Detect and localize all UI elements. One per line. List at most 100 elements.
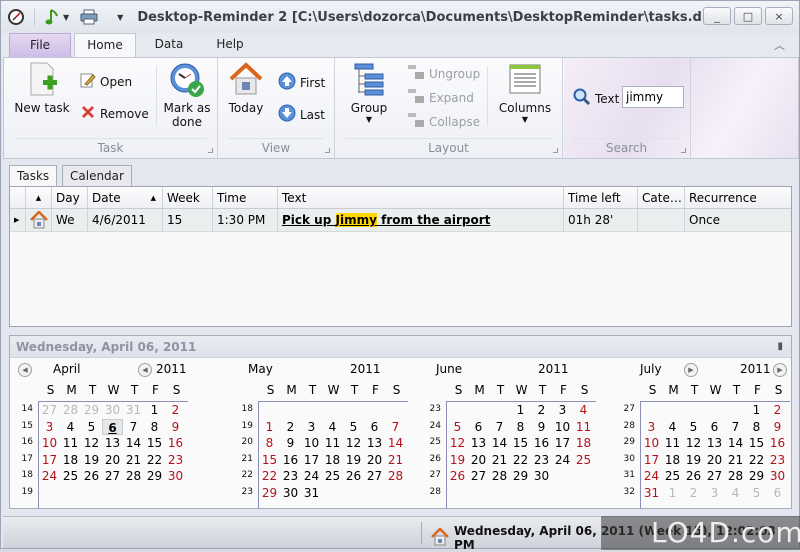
calendar-day[interactable]: 12: [447, 435, 468, 452]
calendar-day[interactable]: 23: [165, 452, 186, 469]
calendar-day[interactable]: 25: [662, 468, 683, 485]
calendar-day[interactable]: 6: [468, 419, 489, 436]
app-clock-icon[interactable]: [6, 7, 26, 27]
maximize-button[interactable]: □: [734, 7, 762, 25]
calendar-day[interactable]: 15: [510, 435, 531, 452]
calendar-day[interactable]: 3: [641, 419, 662, 436]
calendar-day[interactable]: 29: [746, 468, 767, 485]
collapse-ribbon-icon[interactable]: ︿: [774, 37, 785, 53]
calendar-day[interactable]: 6: [102, 418, 123, 435]
calendar-day[interactable]: 16: [280, 452, 301, 469]
calendar-day[interactable]: 22: [144, 452, 165, 469]
calendar-day[interactable]: 29: [259, 485, 280, 502]
calendar-day[interactable]: 17: [301, 452, 322, 469]
calendar-day[interactable]: 13: [704, 435, 725, 452]
calendar-day[interactable]: 4: [725, 485, 746, 502]
tab-home[interactable]: Home: [74, 33, 136, 58]
tab-calendar[interactable]: Calendar: [62, 165, 132, 186]
calendar-day[interactable]: 27: [39, 402, 60, 419]
calendar-day[interactable]: 15: [746, 435, 767, 452]
col-date[interactable]: Date ▲: [88, 187, 163, 208]
calendar-day[interactable]: 9: [165, 419, 186, 436]
tab-data[interactable]: Data: [141, 33, 197, 57]
calendar-day[interactable]: 26: [343, 468, 364, 485]
calendar-day[interactable]: 10: [552, 419, 573, 436]
calendar-day[interactable]: 17: [641, 452, 662, 469]
calendar-day[interactable]: 30: [767, 468, 788, 485]
calendar-day[interactable]: 5: [746, 485, 767, 502]
calendar-day[interactable]: 25: [573, 452, 594, 469]
col-category[interactable]: Cate…: [638, 187, 685, 208]
calendar-day[interactable]: 6: [364, 419, 385, 436]
calendar-day[interactable]: 24: [552, 452, 573, 469]
qat-customize-icon[interactable]: ▼: [117, 13, 123, 22]
calendar-day[interactable]: 25: [322, 468, 343, 485]
calendar-day[interactable]: 17: [552, 435, 573, 452]
calendar-day[interactable]: 10: [301, 435, 322, 452]
search-dialog-launcher[interactable]: [681, 148, 686, 153]
calendar-day[interactable]: 7: [123, 419, 144, 436]
col-icon-sort[interactable]: ▲: [26, 187, 52, 208]
calendar-day[interactable]: 24: [641, 468, 662, 485]
calendar-day[interactable]: 30: [280, 485, 301, 502]
calendar-day[interactable]: 11: [662, 435, 683, 452]
sound-icon[interactable]: [43, 7, 63, 27]
calendar-day[interactable]: 20: [704, 452, 725, 469]
calendar-day[interactable]: 22: [259, 468, 280, 485]
calendar-day[interactable]: 14: [489, 435, 510, 452]
calendar-day[interactable]: 1: [746, 402, 767, 419]
calendar-day[interactable]: 4: [322, 419, 343, 436]
today-button[interactable]: Today: [224, 62, 268, 115]
col-time-left[interactable]: Time left: [564, 187, 638, 208]
calendar-day[interactable]: 12: [343, 435, 364, 452]
calendar-day[interactable]: 30: [102, 402, 123, 419]
calendar-day[interactable]: 24: [39, 468, 60, 485]
calendar-day[interactable]: 3: [39, 419, 60, 436]
next-year-button[interactable]: ▶: [773, 363, 787, 377]
calendar-day[interactable]: 21: [489, 452, 510, 469]
minimize-button[interactable]: _: [703, 7, 731, 25]
calendar-day[interactable]: 18: [662, 452, 683, 469]
calendar-day[interactable]: 16: [531, 435, 552, 452]
calendar-day[interactable]: 13: [102, 435, 123, 452]
close-button[interactable]: ×: [765, 7, 793, 25]
ungroup-button[interactable]: Ungroup: [407, 64, 480, 83]
calendar-day[interactable]: 20: [102, 452, 123, 469]
calendar-day[interactable]: 1: [662, 485, 683, 502]
calendar-day[interactable]: 13: [364, 435, 385, 452]
calendar-day[interactable]: 18: [60, 452, 81, 469]
calendar-day[interactable]: 31: [301, 485, 322, 502]
calendar-day[interactable]: 2: [767, 402, 788, 419]
calendar-day[interactable]: 11: [60, 435, 81, 452]
calendar-day[interactable]: 7: [489, 419, 510, 436]
calendar-day[interactable]: 19: [683, 452, 704, 469]
calendar-day[interactable]: 18: [573, 435, 594, 452]
calendar-day[interactable]: 9: [767, 419, 788, 436]
calendar-day[interactable]: 3: [301, 419, 322, 436]
col-time[interactable]: Time: [213, 187, 278, 208]
calendar-day[interactable]: 26: [683, 468, 704, 485]
calendar-day[interactable]: 11: [573, 419, 594, 436]
calendar-day[interactable]: 19: [447, 452, 468, 469]
view-dialog-launcher[interactable]: [325, 148, 330, 153]
tab-help[interactable]: Help: [205, 33, 255, 57]
tab-tasks[interactable]: Tasks: [9, 165, 58, 187]
calendar-day[interactable]: 5: [343, 419, 364, 436]
tab-file[interactable]: File: [9, 33, 71, 57]
calendar-day[interactable]: 4: [573, 402, 594, 419]
calendar-day[interactable]: 21: [123, 452, 144, 469]
pin-icon[interactable]: ▮: [777, 336, 783, 358]
calendar-day[interactable]: 12: [683, 435, 704, 452]
calendar-day[interactable]: 11: [322, 435, 343, 452]
calendar-day[interactable]: 1: [144, 402, 165, 419]
calendar-day[interactable]: 30: [165, 468, 186, 485]
calendar-day[interactable]: 23: [280, 468, 301, 485]
calendar-day[interactable]: 28: [123, 468, 144, 485]
calendar-day[interactable]: 2: [165, 402, 186, 419]
open-button[interactable]: Open: [80, 72, 132, 91]
calendar-day[interactable]: 15: [144, 435, 165, 452]
calendar-day[interactable]: 27: [364, 468, 385, 485]
calendar-day[interactable]: 27: [704, 468, 725, 485]
calendar-day[interactable]: 10: [641, 435, 662, 452]
col-recurrence[interactable]: Recurrence: [685, 187, 790, 208]
